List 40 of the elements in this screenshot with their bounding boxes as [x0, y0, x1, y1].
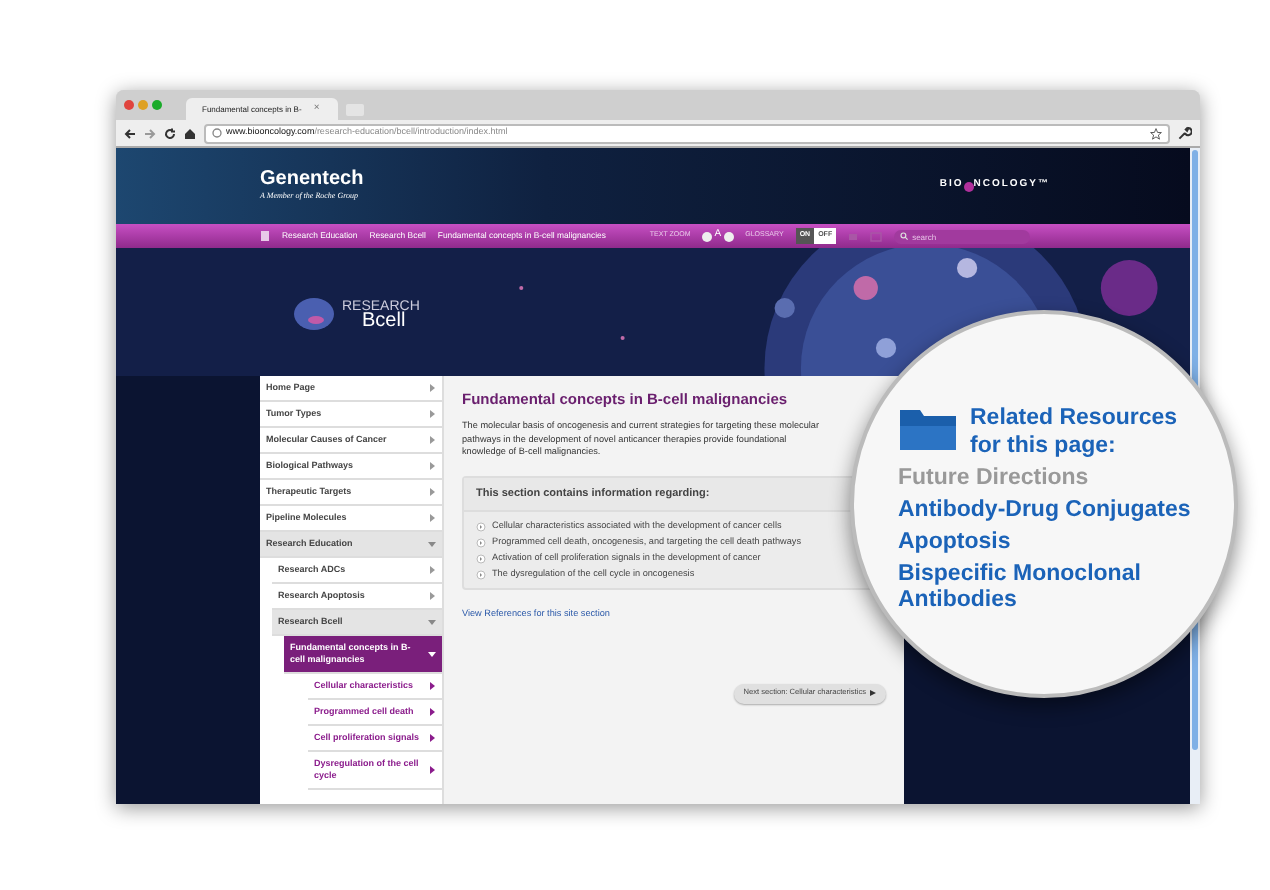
home-icon[interactable]	[184, 127, 196, 139]
chevron-right-icon	[428, 436, 436, 444]
chevron-right-icon	[428, 514, 436, 522]
chevron-right-icon	[428, 766, 436, 774]
back-icon[interactable]	[124, 127, 136, 139]
chevron-right-icon	[428, 410, 436, 418]
wrench-icon[interactable]	[1178, 126, 1192, 140]
chevron-down-icon	[428, 650, 436, 658]
forward-icon[interactable]	[144, 127, 156, 139]
chevron-down-icon	[428, 618, 436, 626]
chevron-right-icon	[428, 592, 436, 600]
related-heading: Related Resources for this page:	[970, 404, 1180, 460]
bullet-icon	[476, 570, 486, 580]
related-link[interactable]: Apoptosis	[898, 530, 1234, 556]
close-window-icon[interactable]	[124, 100, 134, 110]
star-icon[interactable]	[1150, 127, 1162, 139]
chevron-down-icon	[428, 540, 436, 548]
chevron-right-icon	[428, 488, 436, 496]
brand-logo: Genentech	[260, 170, 364, 190]
reload-icon[interactable]	[164, 127, 176, 139]
cell-icon	[292, 296, 336, 332]
chevron-right-icon	[428, 462, 436, 470]
globe-icon	[212, 128, 222, 138]
chevron-right-icon	[428, 734, 436, 742]
research-logo-bottom: Bcell	[362, 314, 406, 328]
related-link[interactable]: Antibody-Drug Conjugates	[898, 498, 1234, 524]
chevron-right-icon	[428, 682, 436, 690]
search-icon	[900, 232, 909, 240]
chevron-right-icon	[428, 384, 436, 392]
bullet-icon	[476, 522, 486, 532]
home-page-icon[interactable]	[260, 230, 270, 242]
play-icon	[870, 690, 876, 697]
chevron-right-icon	[428, 566, 436, 574]
zoom-out-button[interactable]	[702, 231, 713, 241]
folder-icon	[898, 404, 958, 452]
related-link[interactable]: Bispecific Monoclonal Antibodies	[898, 562, 1158, 614]
chevron-right-icon	[428, 708, 436, 716]
zoom-in-button[interactable]	[723, 231, 734, 241]
bullet-icon	[476, 538, 486, 548]
bullet-icon	[476, 554, 486, 564]
